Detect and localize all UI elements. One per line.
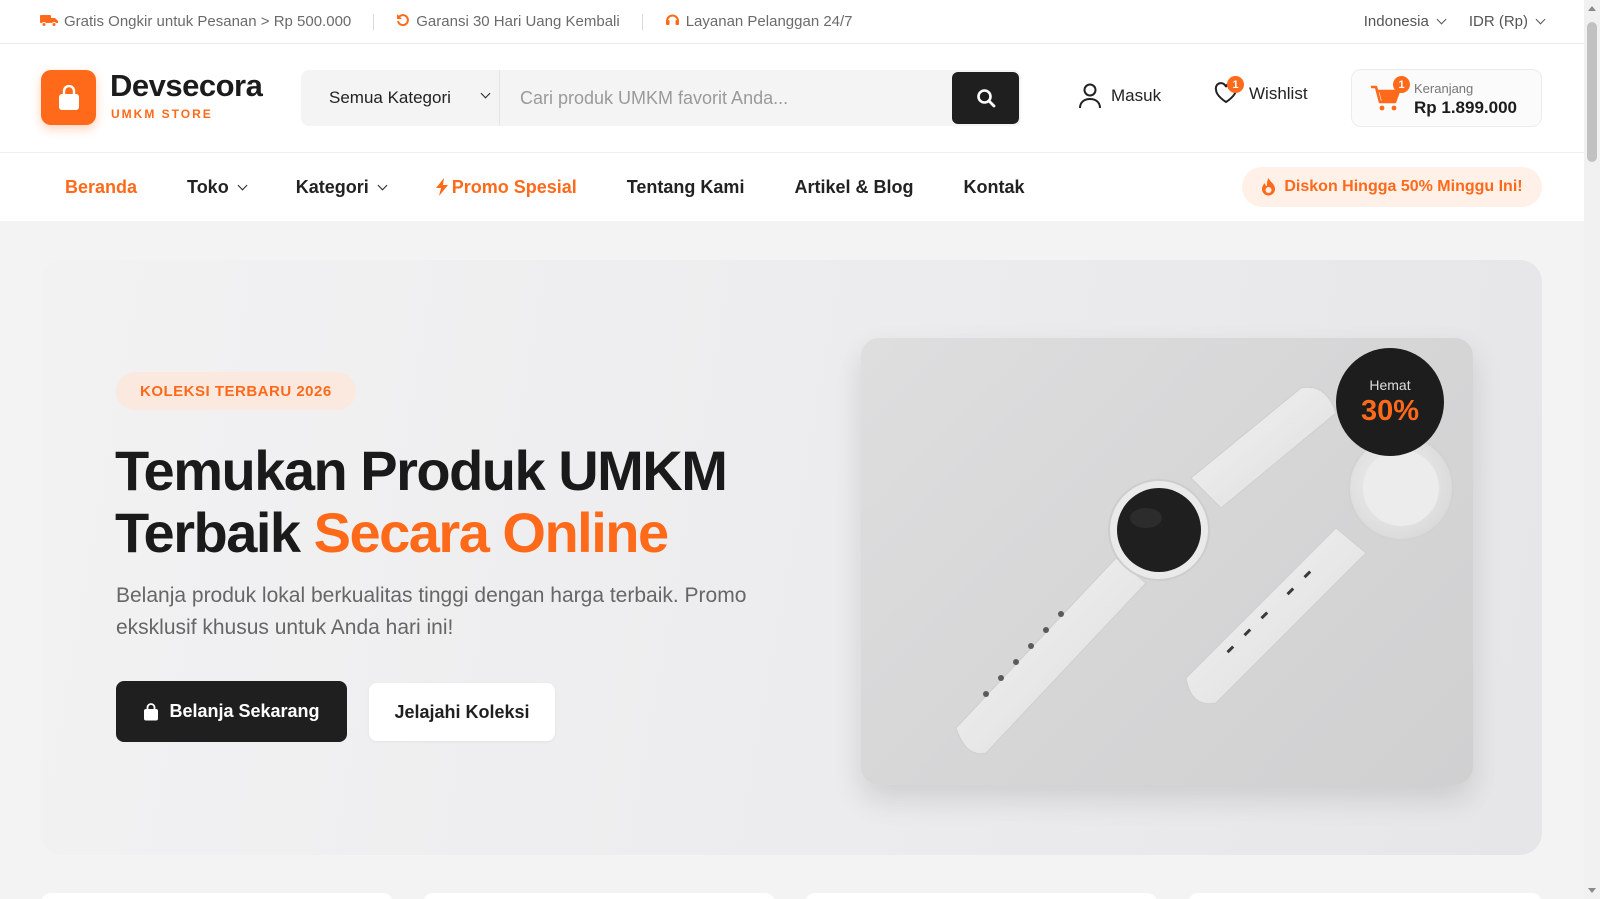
chevron-down-icon [480,88,491,99]
chevron-down-icon [1436,14,1447,25]
nav-item-kontak[interactable]: Kontak [963,177,1024,198]
promo-shipping-text: Gratis Ongkir untuk Pesanan > Rp 500.000 [64,13,352,30]
hero-tag: KOLEKSI TERBARU 2026 [116,372,356,410]
main-header: Devsecora UMKM STORE Semua Kategori Masu… [0,44,1584,153]
wishlist-count-badge: 1 [1227,76,1244,93]
language-label: Indonesia [1363,13,1429,30]
chevron-down-icon [377,180,388,190]
save-badge: Hemat 30% [1336,348,1444,456]
search-icon [976,89,995,108]
login-label: Masuk [1111,85,1162,105]
watch-left [955,386,1337,755]
explore-collection-button[interactable]: Jelajahi Koleksi [369,683,555,741]
nav-label: Promo Spesial [451,176,577,197]
search-bar: Semua Kategori [301,70,1021,126]
promo-guarantee-text: Garansi 30 Hari Uang Kembali [416,13,620,30]
scroll-down-arrow-icon[interactable] [1588,888,1596,893]
cart-button[interactable]: 1 Keranjang Rp 1.899.000 [1351,69,1542,127]
cart-total: Rp 1.899.000 [1414,98,1518,117]
discount-promo-text: Diskon Hingga 50% Minggu Ini! [1284,178,1523,195]
login-link[interactable]: Masuk [1078,82,1161,109]
nav-item-promo[interactable]: Promo Spesial [435,176,577,198]
language-select[interactable]: Indonesia [1363,13,1447,30]
wishlist-label: Wishlist [1249,84,1308,103]
logo-subtitle: UMKM STORE [111,107,213,121]
chevron-down-icon [1535,14,1546,25]
currency-label: IDR (Rp) [1468,13,1528,30]
hero-title-line1: Temukan Produk UMKM [115,439,728,502]
cart-icon: 1 [1370,76,1410,112]
nav-item-kategori[interactable]: Kategori [295,176,388,198]
search-input[interactable] [500,70,952,126]
currency-select[interactable]: IDR (Rp) [1468,13,1546,30]
hero-title-plain: Terbaik [115,501,314,564]
promo-shipping: Gratis Ongkir untuk Pesanan > Rp 500.000 [40,13,351,30]
nav-label: Beranda [65,176,138,197]
wishlist-link[interactable]: 1 Wishlist [1214,76,1308,106]
save-badge-label: Hemat [1369,376,1411,393]
nav-label: Artikel & Blog [794,176,914,197]
logo-name[interactable]: Devsecora [110,68,263,104]
logo-bag-icon[interactable] [41,70,96,125]
bag-icon [144,702,159,720]
heart-icon: 1 [1214,76,1244,106]
user-icon [1079,83,1101,109]
promo-support-text: Layanan Pelanggan 24/7 [685,13,853,30]
nav-label: Tentang Kami [626,176,745,197]
lightning-icon [435,178,448,196]
top-bar: Gratis Ongkir untuk Pesanan > Rp 500.000… [0,0,1584,44]
feature-card [805,893,1157,899]
divider [641,13,643,30]
page: Gratis Ongkir untuk Pesanan > Rp 500.000… [0,0,1584,899]
search-category-label: Semua Kategori [329,88,451,107]
scrollbar-thumb[interactable] [1587,22,1597,162]
discount-promo-pill[interactable]: Diskon Hingga 50% Minggu Ini! [1242,167,1542,207]
hero-title-highlight: Secara Online [313,501,670,564]
shop-now-label: Belanja Sekarang [169,701,320,721]
scroll-up-arrow-icon[interactable] [1588,6,1596,11]
explore-collection-label: Jelajahi Koleksi [394,701,530,722]
main-nav: Beranda Toko Kategori Promo Spesial Tent… [0,153,1584,221]
nav-label: Toko [187,176,229,197]
vertical-scrollbar[interactable] [1584,0,1600,899]
fire-icon [1262,178,1276,196]
headset-icon [665,13,680,31]
feature-card [41,893,393,899]
save-badge-value: 30% [1360,394,1420,427]
nav-item-tentang[interactable]: Tentang Kami [627,177,745,198]
nav-label: Kategori [295,176,369,197]
refresh-icon [396,13,410,30]
topbar-settings: Indonesia IDR (Rp) [1363,13,1546,30]
truck-icon [40,13,58,30]
nav-item-toko[interactable]: Toko [187,176,248,198]
chevron-down-icon [237,180,248,190]
shop-now-button[interactable]: Belanja Sekarang [116,681,347,742]
hero-banner: KOLEKSI TERBARU 2026 Temukan Produk UMKM… [41,260,1542,855]
cart-label: Keranjang [1414,81,1474,96]
hero-title-line2: Terbaik Secara Online [115,502,815,564]
hero-description: Belanja produk lokal berkualitas tinggi … [116,584,747,639]
search-category-select[interactable]: Semua Kategori [301,70,500,126]
promo-guarantee: Garansi 30 Hari Uang Kembali [396,13,620,30]
search-button[interactable] [952,72,1019,124]
feature-card [1188,893,1542,899]
cart-count-badge: 1 [1393,76,1410,93]
divider [373,13,375,30]
feature-card [423,893,775,899]
nav-label: Kontak [963,176,1025,197]
hero-title: Temukan Produk UMKM Terbaik Secara Onlin… [115,440,815,564]
promo-support: Layanan Pelanggan 24/7 [665,13,853,31]
nav-item-blog[interactable]: Artikel & Blog [794,177,913,198]
nav-item-beranda[interactable]: Beranda [65,177,137,198]
